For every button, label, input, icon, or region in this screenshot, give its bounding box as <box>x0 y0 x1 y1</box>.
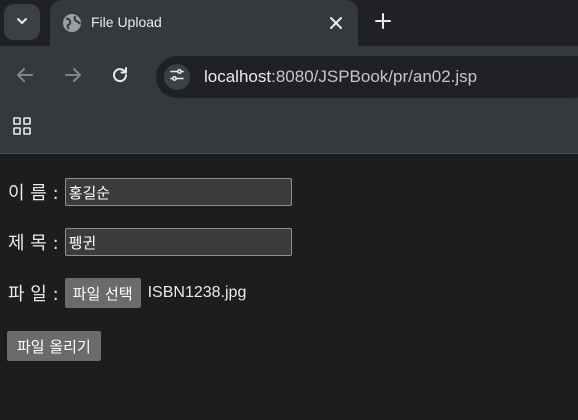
browser-toolbar: localhost:8080/JSPBook/pr/an02.jsp <box>0 46 578 108</box>
title-input[interactable] <box>64 228 292 256</box>
choose-file-button[interactable]: 파일 선택 <box>64 278 141 308</box>
forward-button[interactable] <box>60 64 86 90</box>
plus-icon <box>375 13 391 33</box>
page-content: 이 름 : 제 목 : 파 일 : 파일 선택 ISBN1238.jpg 파일 … <box>0 155 578 420</box>
tab-strip: File Upload <box>0 0 578 46</box>
name-row: 이 름 : <box>8 178 292 206</box>
arrow-left-icon <box>16 66 34 88</box>
back-button[interactable] <box>12 64 38 90</box>
bookmarks-bar <box>0 108 578 154</box>
name-label: 이 름 : <box>8 183 59 204</box>
globe-icon <box>62 13 82 33</box>
file-label: 파 일 : <box>8 284 59 305</box>
url-host: localhost <box>204 67 272 86</box>
apps-grid-icon <box>12 116 32 140</box>
upload-button[interactable]: 파일 올리기 <box>7 331 101 361</box>
tab-title: File Upload <box>91 14 162 30</box>
close-icon[interactable] <box>324 11 348 35</box>
url-text: localhost:8080/JSPBook/pr/an02.jsp <box>204 66 477 88</box>
address-bar[interactable]: localhost:8080/JSPBook/pr/an02.jsp <box>156 56 578 98</box>
new-tab-button[interactable] <box>370 10 396 36</box>
arrow-right-icon <box>64 66 82 88</box>
reload-button[interactable] <box>107 64 133 90</box>
name-input[interactable] <box>64 178 292 206</box>
reload-icon <box>111 66 129 88</box>
chevron-down-icon <box>15 13 29 32</box>
site-info-button[interactable] <box>164 64 190 90</box>
title-label: 제 목 : <box>8 233 59 254</box>
title-row: 제 목 : <box>8 228 292 256</box>
apps-button[interactable] <box>10 116 34 140</box>
selected-file-name: ISBN1238.jpg <box>147 284 247 301</box>
tab-file-upload[interactable]: File Upload <box>50 0 358 46</box>
url-path: :8080/JSPBook/pr/an02.jsp <box>271 67 478 86</box>
tab-search-button[interactable] <box>4 4 40 40</box>
tune-icon <box>169 67 185 87</box>
file-row: 파 일 : 파일 선택 ISBN1238.jpg <box>8 278 247 308</box>
